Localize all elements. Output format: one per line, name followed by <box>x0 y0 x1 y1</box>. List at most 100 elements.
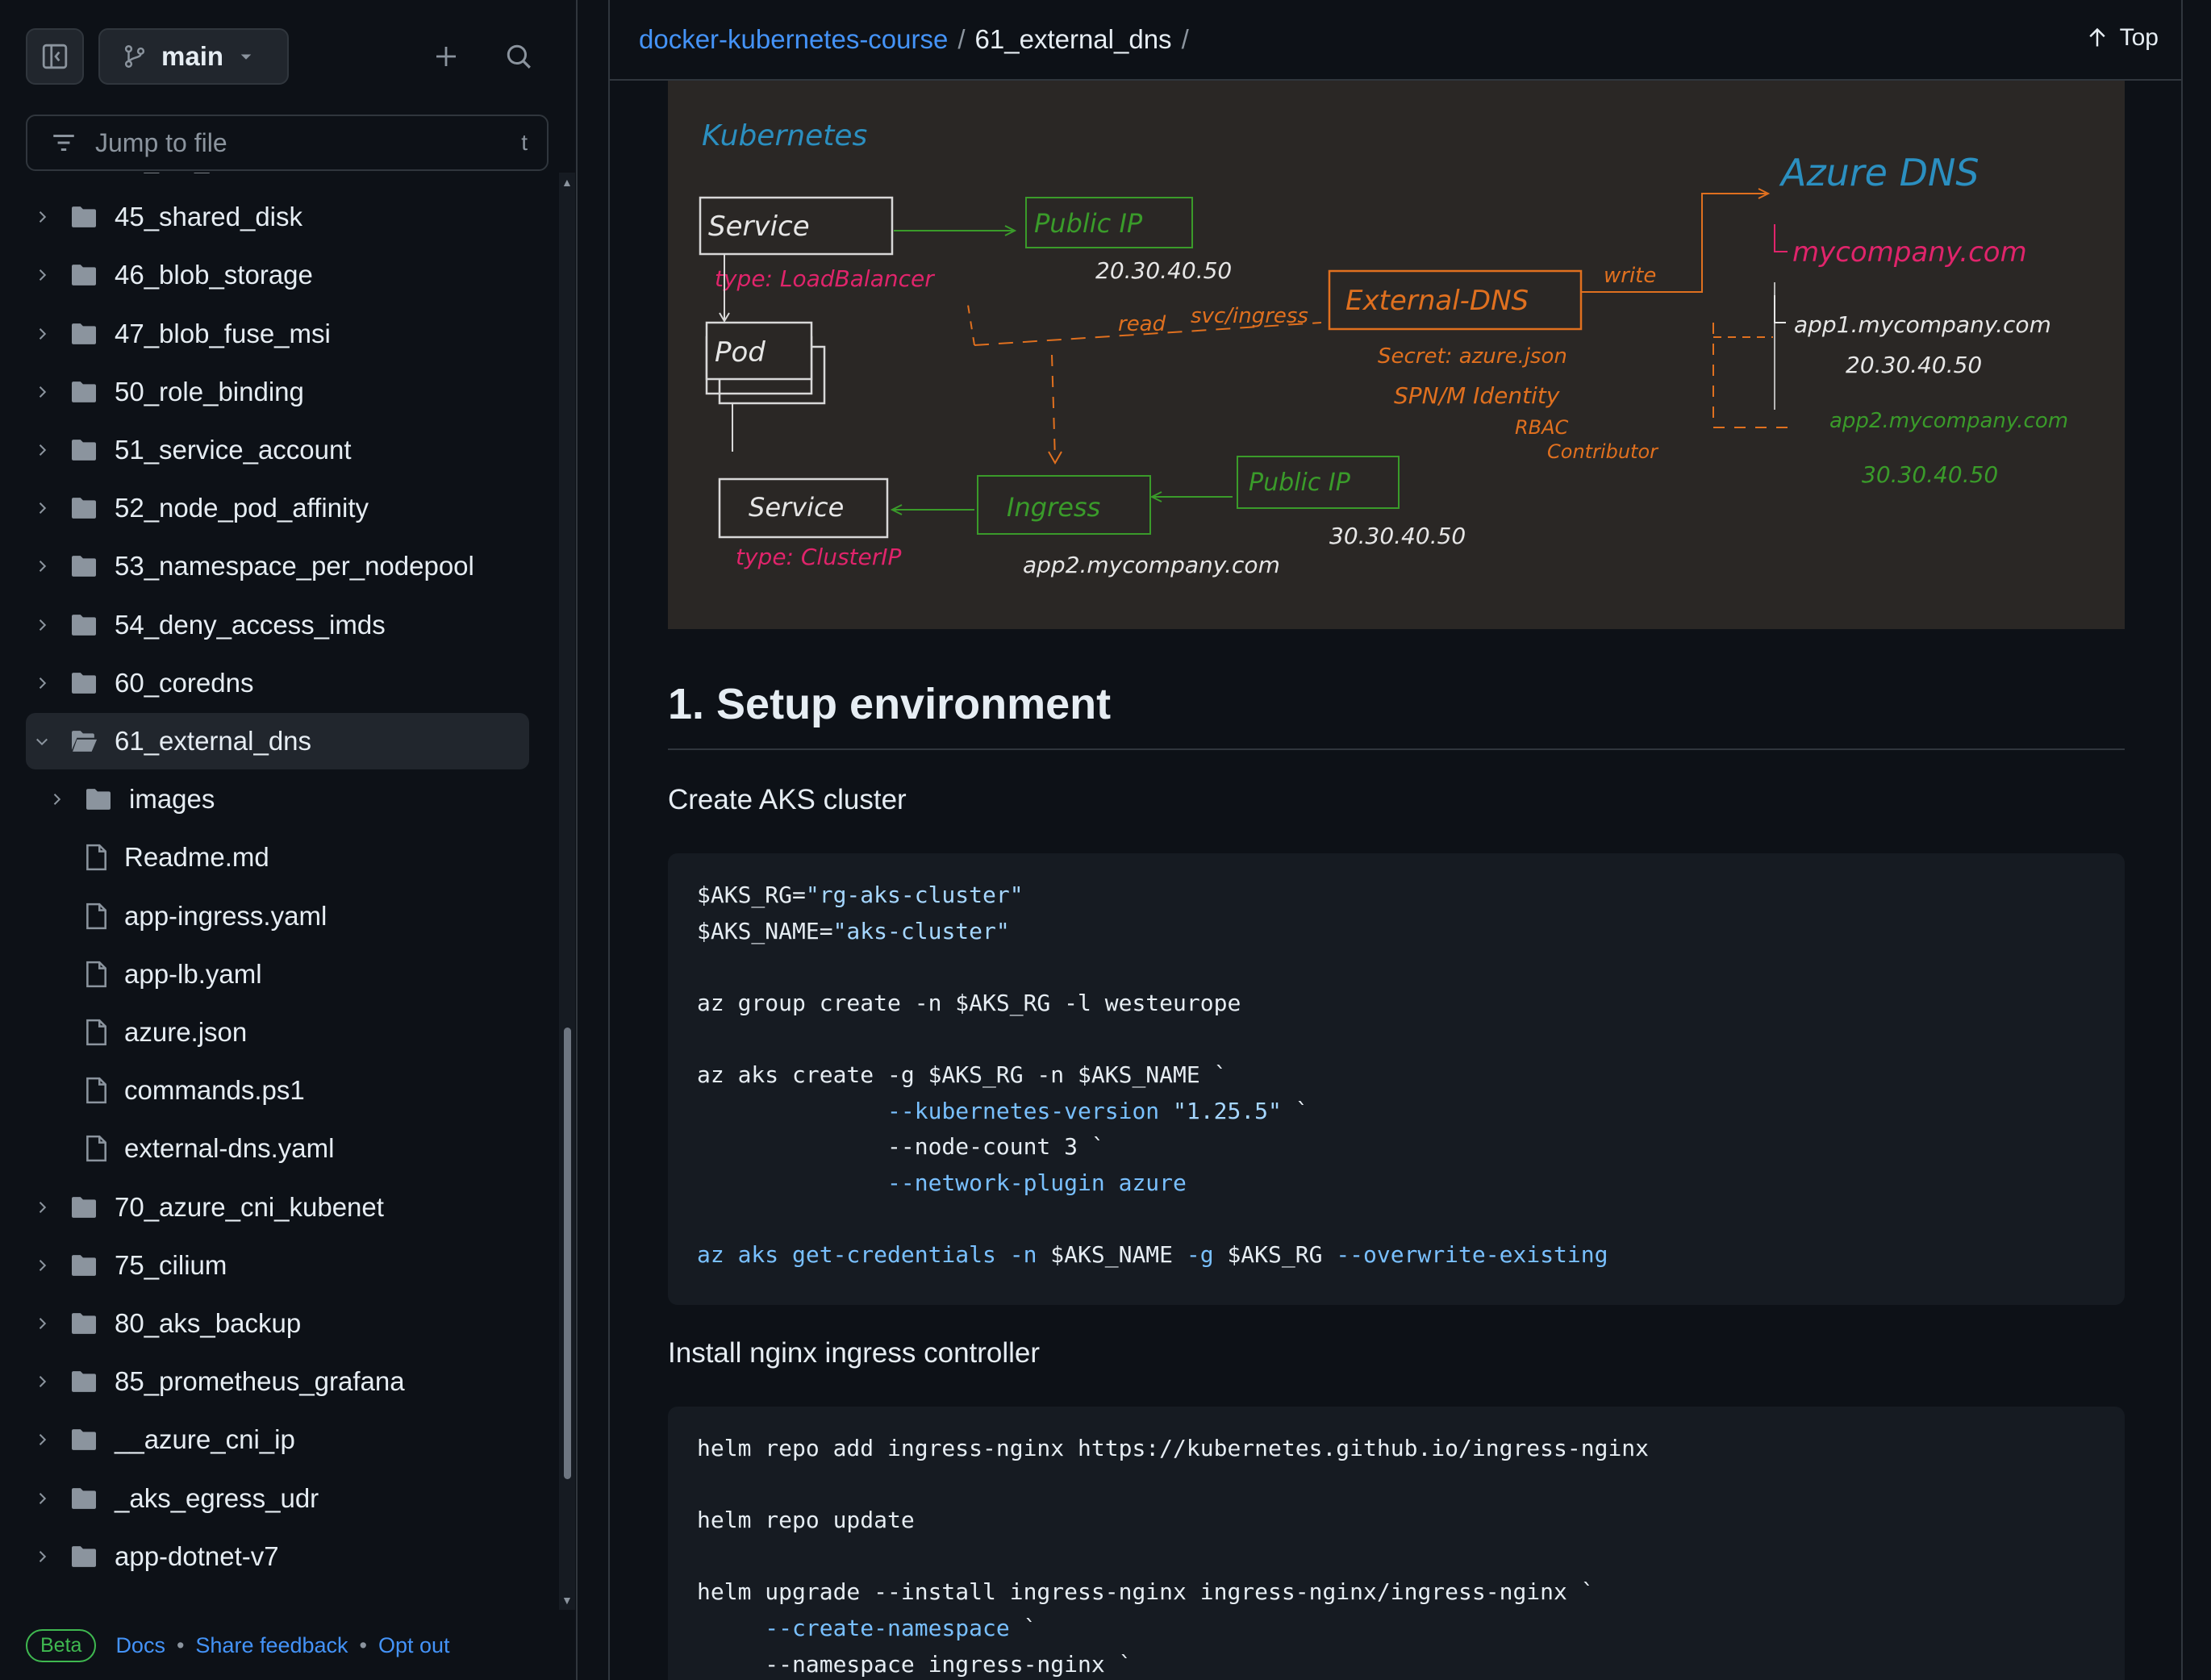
file-tree-item-label: external-dns.yaml <box>124 1133 335 1164</box>
chevron-right-icon[interactable] <box>26 500 58 516</box>
scrollbar-thumb[interactable] <box>564 1028 571 1479</box>
file-tree-folder-item[interactable]: 70_azure_cni_kubenet <box>26 1179 529 1236</box>
jump-to-file-input[interactable]: Jump to file t <box>26 115 549 171</box>
file-tree-file-item[interactable]: app-ingress.yaml <box>26 888 529 944</box>
main-content: docker-kubernetes-course / 61_external_d… <box>578 0 2211 1680</box>
search-code-button[interactable] <box>490 28 547 85</box>
file-tree-sidebar: main Jump to file t 44_zrs_disk 45_shared… <box>0 0 578 1680</box>
share-feedback-link[interactable]: Share feedback <box>195 1633 348 1658</box>
scroll-down-arrow-icon[interactable]: ▼ <box>561 1594 573 1607</box>
code-block-aks[interactable]: $AKS_RG="rg-aks-cluster" $AKS_NAME="aks-c… <box>668 853 2125 1305</box>
file-icon <box>84 1135 108 1162</box>
arrow-up-icon <box>2089 27 2105 47</box>
file-tree-folder-item[interactable]: _aks_egress_udr <box>26 1470 529 1527</box>
breadcrumb-current-folder: 61_external_dns <box>974 24 1172 54</box>
folder-icon <box>69 1486 98 1511</box>
code-token: $AKS_NAME <box>1050 1240 1174 1268</box>
file-tree-folder-item[interactable]: 47_blob_fuse_msi <box>26 306 529 362</box>
chevron-right-icon[interactable] <box>26 1315 58 1332</box>
branch-name: main <box>161 41 224 71</box>
chevron-down-icon[interactable] <box>26 733 58 749</box>
file-tree-folder-item[interactable]: 85_prometheus_grafana <box>26 1353 529 1410</box>
folder-icon <box>69 1311 98 1336</box>
branch-selector-button[interactable]: main <box>98 28 289 85</box>
code-token: --create-namespace <box>765 1614 1010 1641</box>
code-token: $AKS_NAME= <box>697 917 833 944</box>
folder-icon <box>69 554 98 578</box>
chevron-right-icon[interactable] <box>26 267 58 283</box>
file-tree-folder-item[interactable]: 52_node_pod_affinity <box>26 480 529 536</box>
file-tree-folder-item[interactable]: images <box>26 771 529 827</box>
collapse-sidebar-button[interactable] <box>26 28 84 85</box>
chevron-right-icon[interactable] <box>26 558 58 574</box>
opt-out-link[interactable]: Opt out <box>378 1633 450 1658</box>
chevron-right-icon[interactable] <box>26 384 58 400</box>
chevron-right-icon[interactable] <box>26 1490 58 1507</box>
file-tree-file-item[interactable]: app-lb.yaml <box>26 946 529 1003</box>
chevron-right-icon[interactable] <box>26 1257 58 1274</box>
file-tree-folder-item[interactable]: 80_aks_backup <box>26 1295 529 1352</box>
file-icon <box>84 844 108 871</box>
code-line: helm upgrade --install ingress-nginx ing… <box>697 1574 2096 1611</box>
file-tree-folder-item[interactable]: 61_external_dns <box>26 713 529 769</box>
file-tree-file-item[interactable]: commands.ps1 <box>26 1062 529 1119</box>
file-tree-item-label: 52_node_pod_affinity <box>115 493 369 523</box>
filter-icon <box>53 135 74 151</box>
chevron-right-icon[interactable] <box>40 791 73 807</box>
chevron-right-icon[interactable] <box>26 326 58 342</box>
paragraph-install-nginx: Install nginx ingress controller <box>668 1337 1041 1369</box>
chevron-right-icon[interactable] <box>26 1199 58 1215</box>
file-tree-folder-item[interactable]: 46_blob_storage <box>26 247 529 303</box>
file-tree-folder-item[interactable]: app-dotnet-v7 <box>26 1528 529 1585</box>
chevron-right-icon[interactable] <box>26 617 58 633</box>
chevron-right-icon[interactable] <box>26 442 58 458</box>
back-to-top-button[interactable]: Top <box>2086 24 2159 52</box>
file-tree-folder-item[interactable]: 50_role_binding <box>26 364 529 420</box>
file-tree-item-label: 70_azure_cni_kubenet <box>115 1191 384 1222</box>
code-line: az group create -n $AKS_RG -l westeurope <box>697 986 2096 1022</box>
chevron-right-icon[interactable] <box>26 209 58 225</box>
code-block-nginx[interactable]: helm repo add ingress-nginx https://kube… <box>668 1407 2125 1680</box>
code-line: helm repo update <box>697 1503 2096 1539</box>
diagram-ingress-label: Ingress <box>1007 492 1100 523</box>
file-tree-folder-item[interactable]: 45_shared_disk <box>26 189 529 245</box>
chevron-right-icon[interactable] <box>26 675 58 691</box>
breadcrumb-repo-link[interactable]: docker-kubernetes-course <box>639 24 948 55</box>
file-tree-folder-item[interactable]: 53_namespace_per_nodepool <box>26 538 529 594</box>
chevron-right-icon[interactable] <box>26 1374 58 1390</box>
file-tree-folder-item[interactable]: 75_cilium <box>26 1237 529 1294</box>
section-heading: 1. Setup environment <box>668 679 2125 750</box>
chevron-right-icon[interactable] <box>26 1432 58 1448</box>
file-tree-item-label: azure.json <box>124 1017 248 1047</box>
docs-link[interactable]: Docs <box>115 1633 165 1658</box>
footer-separator: • <box>359 1633 367 1657</box>
file-tree-item-label: 75_cilium <box>115 1249 227 1280</box>
file-tree-file-item[interactable]: azure.json <box>26 1004 529 1061</box>
folder-icon <box>69 438 98 462</box>
sidebar-scrollbar[interactable]: ▲ ▼ <box>559 173 575 1610</box>
file-tree-folder-item[interactable]: 44_zrs_disk <box>26 173 529 187</box>
file-tree-folder-item[interactable]: 51_service_account <box>26 422 529 478</box>
file-tree-folder-item[interactable]: 54_deny_access_imds <box>26 597 529 653</box>
code-token: "1.25.5" <box>1173 1097 1282 1124</box>
file-tree-file-item[interactable]: Readme.md <box>26 829 529 886</box>
code-token: helm upgrade --install ingress-nginx ing… <box>697 1578 1595 1606</box>
file-tree-file-item[interactable]: external-dns.yaml <box>26 1120 529 1177</box>
folder-icon <box>69 1428 98 1452</box>
folder-icon <box>69 322 98 346</box>
diagram-write-label: write <box>1604 264 1656 288</box>
diagram-azure-dns-label: Azure DNS <box>1779 151 1979 194</box>
file-tree-item-label: 80_aks_backup <box>115 1308 302 1338</box>
file-tree-folder-item[interactable]: __azure_cni_ip <box>26 1411 529 1468</box>
code-line: --create-namespace ` <box>697 1611 2096 1647</box>
readme-panel: docker-kubernetes-course / 61_external_d… <box>608 0 2183 1680</box>
chevron-right-icon[interactable] <box>26 1549 58 1565</box>
beta-badge: Beta <box>26 1629 97 1662</box>
add-file-button[interactable] <box>418 28 474 85</box>
file-tree-item-label: 46_blob_storage <box>115 260 313 290</box>
file-tree-folder-item[interactable]: 60_coredns <box>26 655 529 711</box>
scroll-up-arrow-icon[interactable]: ▲ <box>561 176 573 189</box>
